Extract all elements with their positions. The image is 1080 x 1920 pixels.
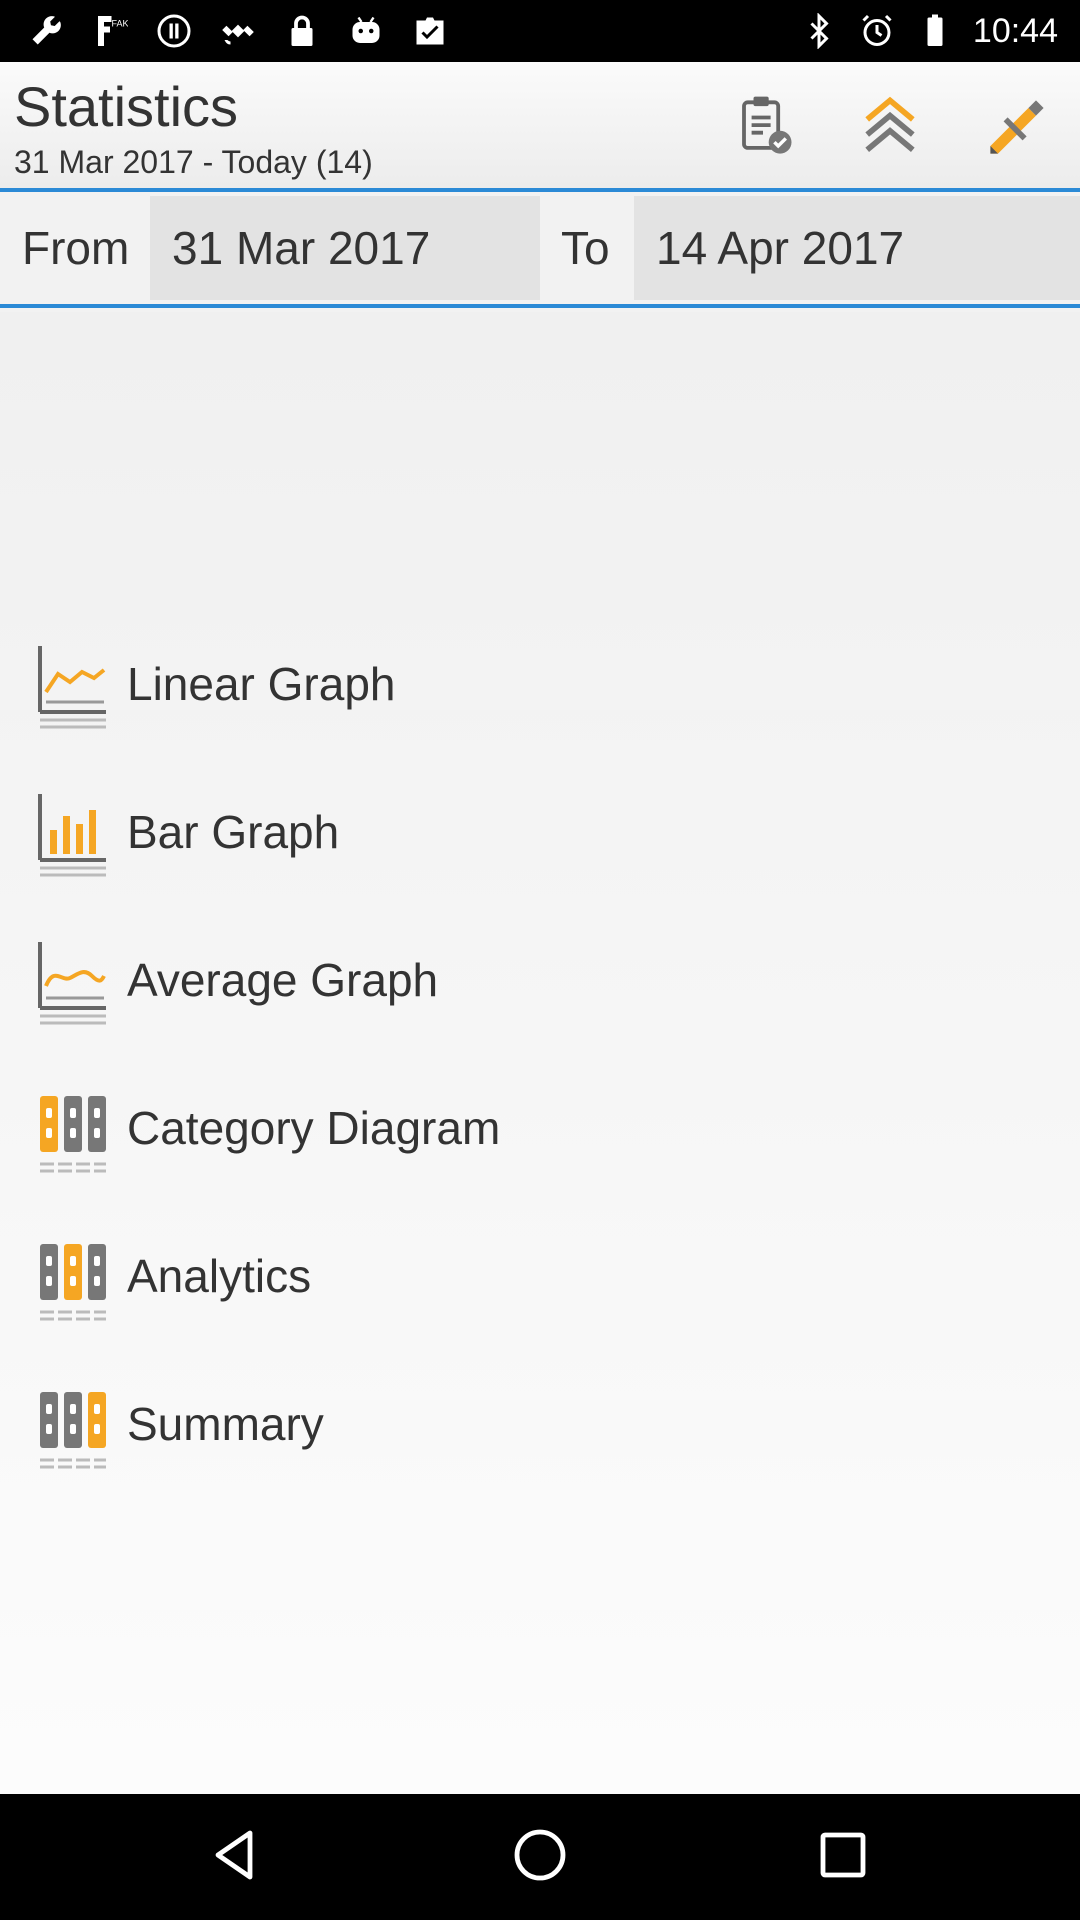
svg-text:FAKE: FAKE (112, 19, 129, 29)
alarm-icon (857, 11, 897, 51)
binders-icon (36, 1374, 112, 1474)
menu-item-label: Analytics (127, 1250, 312, 1302)
menu-item-label: Bar Graph (127, 806, 340, 858)
menu-item-label: Average Graph (127, 954, 439, 1006)
average-chart-icon (36, 930, 112, 1030)
do-not-disturb-icon (154, 11, 194, 51)
to-label: To (561, 222, 610, 274)
fake-gps-icon: FAKE (90, 11, 130, 51)
menu-item-linear-graph[interactable]: Linear Graph (0, 614, 1080, 754)
binders-icon (36, 1226, 112, 1326)
bar-chart-icon (36, 782, 112, 882)
satellite-icon (218, 11, 258, 51)
edit-button[interactable] (972, 84, 1062, 174)
from-date-picker[interactable]: 31 Mar 2017 (150, 196, 540, 300)
menu-item-bar-graph[interactable]: Bar Graph (0, 762, 1080, 902)
clipboard-check-icon (725, 89, 801, 170)
navigation-bar (0, 1794, 1080, 1920)
line-chart-icon (36, 634, 112, 734)
status-time: 10:44 (972, 11, 1058, 50)
back-icon (206, 1825, 266, 1890)
menu-item-category-diagram[interactable]: Category Diagram (0, 1058, 1080, 1198)
menu-item-label: Linear Graph (127, 658, 396, 710)
battery-icon (915, 11, 955, 51)
report-button[interactable] (718, 84, 808, 174)
action-bar: Statistics 31 Mar 2017 - Today (14) (0, 62, 1080, 192)
recents-icon (813, 1825, 873, 1890)
lock-icon (282, 11, 322, 51)
menu-item-label: Summary (127, 1398, 324, 1450)
binders-icon (36, 1078, 112, 1178)
back-button[interactable] (198, 1819, 274, 1895)
clipboard-check-icon (410, 11, 450, 51)
recents-button[interactable] (805, 1819, 881, 1895)
page-subtitle: 31 Mar 2017 - Today (14) (14, 144, 373, 180)
menu-item-average-graph[interactable]: Average Graph (0, 910, 1080, 1050)
menu-item-summary[interactable]: Summary (0, 1354, 1080, 1494)
chevrons-up-icon (852, 89, 928, 170)
home-icon (510, 1825, 570, 1890)
from-label: From (22, 222, 130, 274)
bluetooth-icon (799, 11, 839, 51)
page-title: Statistics (14, 75, 239, 138)
android-icon (346, 11, 386, 51)
status-notification-icons: FAKE (26, 10, 450, 52)
pencil-icon (979, 89, 1055, 170)
wrench-icon (26, 11, 66, 51)
menu-item-label: Category Diagram (127, 1102, 501, 1154)
status-bar: FAKE 10:44 (0, 0, 1080, 62)
menu-item-analytics[interactable]: Analytics (0, 1206, 1080, 1346)
to-date-picker[interactable]: 14 Apr 2017 (634, 196, 1080, 300)
status-system-icons: 10:44 (799, 10, 1058, 52)
collapse-button[interactable] (845, 84, 935, 174)
statistics-menu: Linear Graph Bar Graph Average Graph Cat… (0, 312, 1080, 1794)
date-range-bar: From 31 Mar 2017 To 14 Apr 2017 (0, 196, 1080, 308)
home-button[interactable] (502, 1819, 578, 1895)
